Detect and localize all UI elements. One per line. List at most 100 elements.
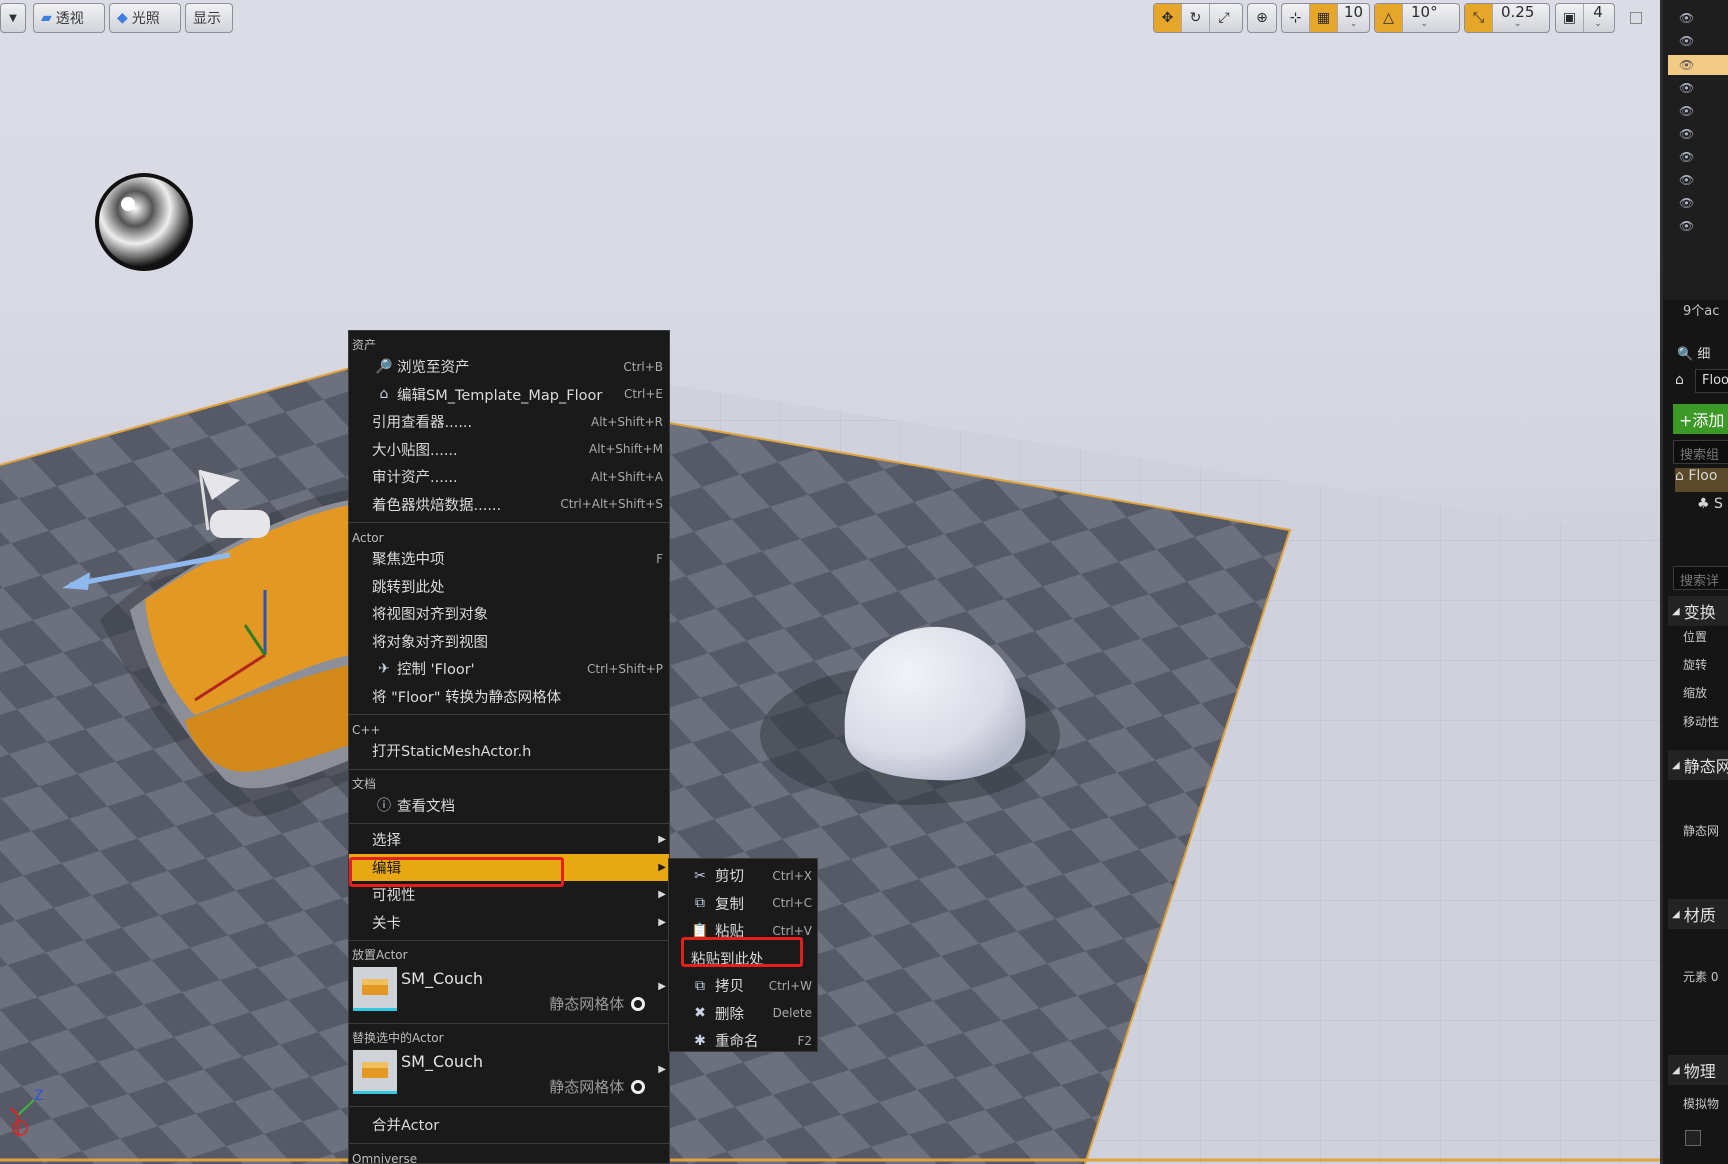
rotate-tool-icon[interactable]: ↻ — [1182, 4, 1210, 32]
scene-render: Z — [0, 173, 1660, 1164]
scissors-icon: ✂ — [694, 867, 706, 884]
menu-item-actor-1[interactable]: 跳转到此处 — [349, 573, 669, 601]
show-button[interactable]: 显示 — [185, 3, 233, 33]
edit-submenu-item-2[interactable]: 📋 粘贴 Ctrl+V — [669, 917, 817, 945]
materials-section-header[interactable]: ◢ 材质 — [1668, 899, 1728, 929]
submenu-entry-3[interactable]: 关卡 ▶ — [349, 909, 669, 937]
edit-submenu-item-4[interactable]: ⧉ 拷贝 Ctrl+W — [669, 972, 817, 1000]
search-details-input[interactable]: 搜索详 — [1673, 566, 1728, 590]
physics-section-header[interactable]: ◢ 物理 — [1668, 1055, 1728, 1085]
actor-name-field[interactable]: Floo — [1695, 369, 1728, 393]
transform-section-header[interactable]: ◢ 变换 — [1668, 596, 1728, 626]
shortcut-label: Ctrl+C — [772, 896, 812, 911]
shortcut-label: Ctrl+B — [623, 359, 663, 374]
search-icon: 🔎 — [375, 358, 393, 375]
shortcut-label: Ctrl+Shift+P — [587, 661, 663, 676]
rotation-snap-value[interactable]: 10° ⌄ — [1403, 4, 1446, 32]
scale-snap-icon[interactable]: ⤡ — [1465, 4, 1493, 32]
menu-item-asset-3[interactable]: 大小贴图...... Alt+Shift+M — [349, 436, 669, 464]
grid-snap-icon[interactable]: ▦ — [1310, 4, 1338, 32]
camera-icon[interactable]: ▣ — [1556, 4, 1584, 32]
edit-submenu-item-6[interactable]: ✱ 重命名 F2 — [669, 1027, 817, 1055]
viewport-options-dropdown[interactable]: ▼ — [0, 3, 26, 33]
static-mesh-section-header[interactable]: ◢ 静态网 — [1668, 750, 1728, 780]
menu-item-label: 复制 — [715, 896, 744, 913]
submenu-arrow-icon: ▶ — [658, 861, 666, 873]
lit-mode-button[interactable]: ◆ 光照 — [109, 3, 181, 33]
shortcut-label: Ctrl+E — [624, 387, 663, 402]
collapse-arrow-icon: ◢ — [1672, 1064, 1680, 1076]
edit-submenu-item-1[interactable]: ⧉ 复制 Ctrl+C — [669, 890, 817, 918]
edit-submenu-item-3[interactable]: 粘贴到此处 — [669, 945, 817, 973]
menu-item-actor-5[interactable]: 将 "Floor" 转换为静态网格体 — [349, 683, 669, 711]
eye-icon[interactable]: 👁 — [1679, 197, 1697, 209]
section-header-cpp: C++ — [352, 723, 381, 737]
replace-actor-asset-item[interactable]: SM_Couch 静态网格体 ▶ — [349, 1046, 669, 1102]
submenu-arrow-icon: ▶ — [658, 1064, 666, 1075]
details-search-icon: 🔍 — [1677, 347, 1694, 362]
perspective-button[interactable]: ▰ 透视 — [33, 3, 105, 33]
shortcut-label: Ctrl+Alt+Shift+S — [560, 497, 663, 512]
submenu-entry-2[interactable]: 可视性 ▶ — [349, 881, 669, 909]
menu-item-asset-4[interactable]: 审计资产...... Alt+Shift+A — [349, 463, 669, 491]
static-mesh-ring-icon — [631, 1080, 645, 1094]
camera-speed-value[interactable]: 4 ⌄ — [1584, 4, 1612, 32]
eye-icon[interactable]: 👁 — [1679, 82, 1697, 94]
svg-text:Z: Z — [34, 1088, 44, 1104]
menu-item-merge-actors[interactable]: 合并Actor — [349, 1111, 669, 1139]
eye-icon[interactable]: 👁 — [1679, 220, 1697, 232]
edit-submenu-item-0[interactable]: ✂ 剪切 Ctrl+X — [669, 862, 817, 890]
menu-item-open-header[interactable]: 打开StaticMeshActor.h — [349, 737, 669, 765]
outliner-visibility-column: 👁 👁 👁 👁 👁 👁 👁 👁 👁 👁 — [1663, 0, 1728, 300]
menu-item-label: 编辑SM_Template_Map_Floor — [397, 387, 603, 404]
eye-icon[interactable]: 👁 — [1679, 128, 1697, 140]
submenu-entry-0[interactable]: 选择 ▶ — [349, 826, 669, 854]
rename-icon: ✱ — [694, 1032, 706, 1049]
selected-outliner-row[interactable] — [1668, 55, 1728, 75]
actor-context-menu: 资产 🔎 浏览至资产 Ctrl+B ⌂ 编辑SM_Template_Map_Floor C… — [348, 330, 670, 1164]
grid-snap-value[interactable]: 10 ⌄ — [1338, 4, 1369, 32]
menu-item-asset-2[interactable]: 引用查看器...... Alt+Shift+R — [349, 408, 669, 436]
menu-item-label: 将对象对齐到视图 — [372, 634, 488, 651]
simulate-physics-checkbox[interactable] — [1685, 1130, 1701, 1146]
globe-icon[interactable]: ⊕ — [1248, 4, 1276, 32]
component-root-row[interactable]: ⌂ Floo — [1675, 468, 1728, 492]
location-label: 位置 — [1683, 630, 1708, 644]
eye-icon[interactable]: 👁 — [1679, 174, 1697, 186]
menu-item-actor-4[interactable]: ✈ 控制 'Floor' Ctrl+Shift+P — [349, 655, 669, 683]
delete-icon: ✖ — [694, 1005, 706, 1022]
rotation-snap-icon[interactable]: △ — [1375, 4, 1403, 32]
menu-item-actor-0[interactable]: 聚焦选中项 F — [349, 545, 669, 573]
edit-submenu-item-5[interactable]: ✖ 删除 Delete — [669, 1000, 817, 1028]
details-tab[interactable]: 🔍 细 — [1677, 343, 1710, 362]
scale-tool-icon[interactable]: ⤢ — [1210, 4, 1238, 32]
add-component-button[interactable]: +添加 — [1673, 404, 1728, 434]
copy-icon: ⧉ — [695, 895, 705, 912]
eye-icon[interactable]: 👁 — [1679, 35, 1697, 47]
eye-icon[interactable]: 👁 — [1679, 105, 1697, 117]
grid-snap-group: ⊹ ▦ 10 ⌄ — [1281, 3, 1370, 33]
menu-item-actor-3[interactable]: 将对象对齐到视图 — [349, 628, 669, 656]
eye-icon[interactable]: 👁 — [1679, 59, 1697, 71]
menu-item-actor-2[interactable]: 将视图对齐到对象 — [349, 600, 669, 628]
eye-icon[interactable]: 👁 — [1679, 151, 1697, 163]
component-child-row[interactable]: ♣ S — [1697, 496, 1723, 512]
section-header-replace-actor: 替换选中的Actor — [352, 1031, 444, 1045]
move-tool-icon[interactable]: ✥ — [1154, 4, 1182, 32]
search-components-input[interactable]: 搜索组 — [1673, 440, 1728, 464]
scale-snap-value[interactable]: 0.25 ⌄ — [1493, 4, 1542, 32]
eye-icon[interactable]: 👁 — [1679, 12, 1697, 24]
level-viewport[interactable]: Z ▼ ▰ 透视 ◆ 光照 显示 ✥ ↻ ⤢ ⊕ ⊹ ▦ 10 ⌄ △ 10° ⌄ … — [0, 0, 1660, 1164]
menu-item-asset-5[interactable]: 着色器烘焙数据...... Ctrl+Alt+Shift+S — [349, 491, 669, 519]
house-icon: ⌂ — [1675, 468, 1684, 484]
submenu-entry-1[interactable]: 编辑 ▶ — [349, 853, 669, 881]
menu-item-view-docs[interactable]: ⓘ 查看文档 — [349, 792, 669, 820]
place-actor-asset-item[interactable]: SM_Couch 静态网格体 ▶ — [349, 963, 669, 1019]
menu-item-asset-1[interactable]: ⌂ 编辑SM_Template_Map_Floor Ctrl+E — [349, 381, 669, 409]
maximize-viewport-icon[interactable] — [1630, 12, 1642, 24]
actor-count: 9个ac — [1683, 304, 1720, 319]
surface-snap-icon[interactable]: ⊹ — [1282, 4, 1310, 32]
simulate-physics-label: 模拟物 — [1683, 1097, 1720, 1111]
menu-item-label: 重命名 — [715, 1034, 759, 1051]
menu-item-asset-0[interactable]: 🔎 浏览至资产 Ctrl+B — [349, 353, 669, 381]
